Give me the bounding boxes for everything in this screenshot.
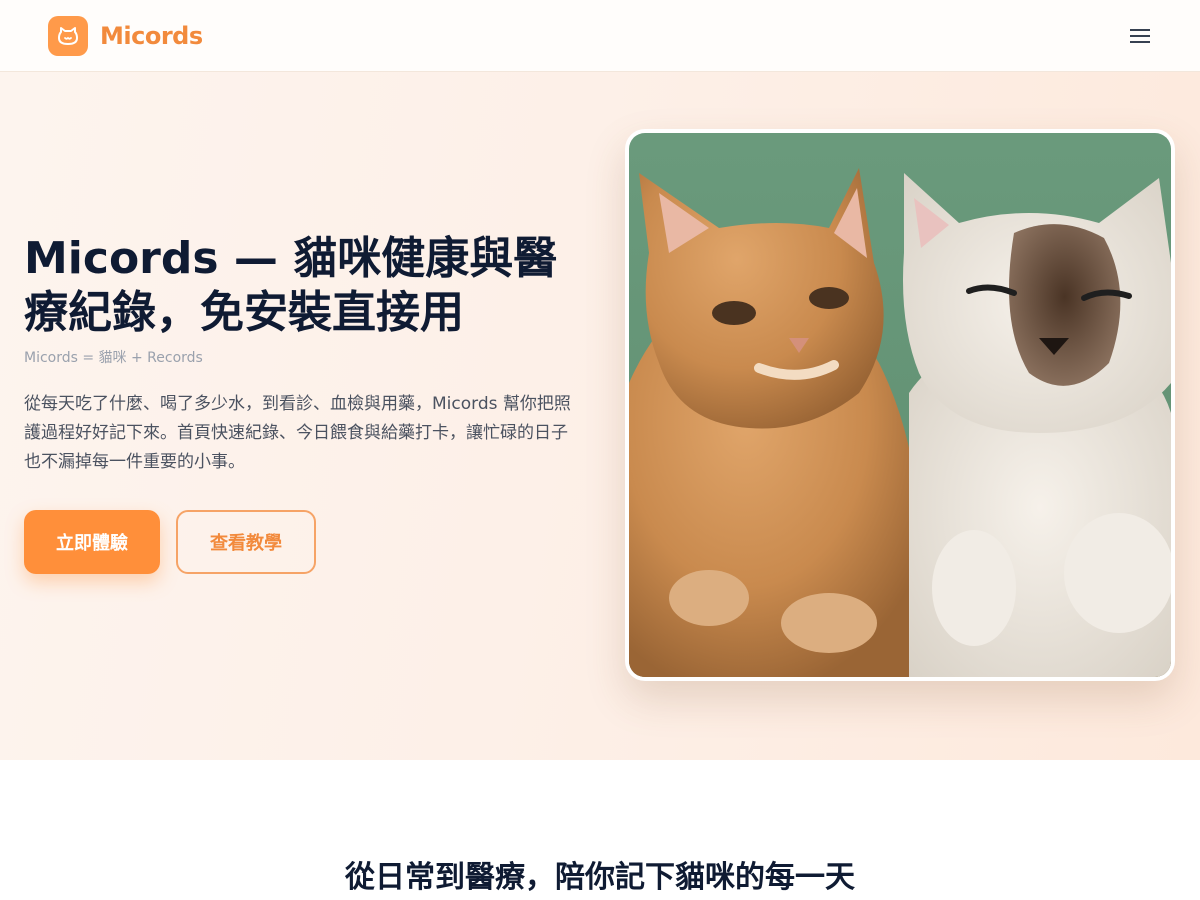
cat-face-icon	[48, 16, 88, 56]
hamburger-menu-icon[interactable]	[1126, 24, 1154, 48]
brand[interactable]: Micords	[48, 16, 203, 56]
hero-title: Micords — 貓咪健康與醫療紀錄，免安裝直接用	[24, 233, 558, 338]
features-section-title: 從日常到醫療，陪你記下貓咪的每一天	[345, 860, 855, 895]
brand-name: Micords	[100, 22, 203, 50]
cats-illustration	[629, 133, 1171, 677]
hero-subtitle: Micords = 貓咪 + Records	[24, 350, 203, 366]
try-now-button[interactable]: 立即體驗	[24, 510, 160, 574]
hero-description: 從每天吃了什麼、喝了多少水，到看診、血檢與用藥，Micords 幫你把照護過程好…	[24, 394, 571, 472]
view-tutorial-button[interactable]: 查看教學	[176, 510, 316, 574]
site-header: Micords	[0, 0, 1200, 72]
two-cats-photo	[625, 129, 1175, 681]
hero-section: Micords — 貓咪健康與醫療紀錄，免安裝直接用 Micords = 貓咪 …	[0, 72, 1200, 760]
